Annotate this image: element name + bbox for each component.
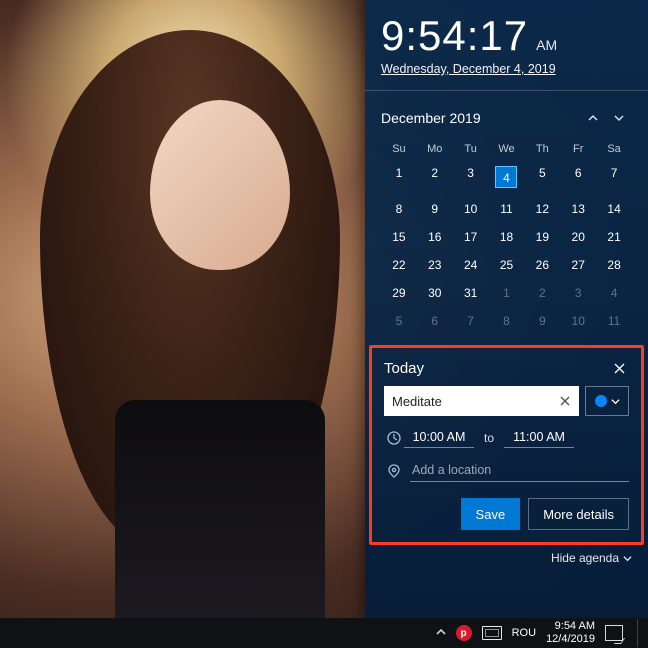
location-icon	[384, 464, 404, 478]
tray-overflow-button[interactable]	[436, 627, 446, 640]
calendar-day[interactable]: 14	[596, 195, 632, 223]
calendar-day[interactable]: 2	[417, 159, 453, 195]
date-link[interactable]: Wednesday, December 4, 2019	[381, 62, 632, 76]
calendar-day[interactable]: 27	[560, 251, 596, 279]
calendar-grid: SuMoTuWeThFrSa12345678910111213141516171…	[381, 139, 632, 335]
close-event-button[interactable]	[609, 358, 629, 378]
to-label: to	[484, 431, 494, 445]
calendar-day[interactable]: 7	[453, 307, 489, 335]
calendar-day[interactable]: 25	[489, 251, 525, 279]
calendar-color-dot	[595, 395, 607, 407]
more-details-button[interactable]: More details	[528, 498, 629, 530]
calendar-day[interactable]: 6	[560, 159, 596, 195]
calendar-day[interactable]: 16	[417, 223, 453, 251]
chevron-down-icon	[623, 554, 632, 563]
dow-label: Fr	[560, 139, 596, 159]
calendar-day[interactable]: 11	[596, 307, 632, 335]
calendar-day[interactable]: 7	[596, 159, 632, 195]
calendar-day[interactable]: 22	[381, 251, 417, 279]
calendar-day[interactable]: 6	[417, 307, 453, 335]
calendar-day[interactable]: 3	[453, 159, 489, 195]
clock-icon	[384, 431, 404, 445]
calendar-day[interactable]: 10	[453, 195, 489, 223]
calendar-day[interactable]: 26	[524, 251, 560, 279]
dow-label: We	[489, 139, 525, 159]
calendar-day[interactable]: 18	[489, 223, 525, 251]
calendar-day[interactable]: 5	[524, 159, 560, 195]
calendar-day[interactable]: 13	[560, 195, 596, 223]
tray-app-icon[interactable]: p	[456, 625, 472, 641]
touch-keyboard-button[interactable]	[482, 626, 502, 640]
calendar-day[interactable]: 20	[560, 223, 596, 251]
calendar-day[interactable]: 4	[596, 279, 632, 307]
event-title-input[interactable]: Meditate	[384, 386, 579, 416]
calendar-day[interactable]: 19	[524, 223, 560, 251]
location-input[interactable]	[410, 460, 629, 482]
calendar-day[interactable]: 8	[489, 307, 525, 335]
chevron-up-icon	[436, 627, 446, 637]
clock-ampm: AM	[536, 37, 557, 53]
calendar-day[interactable]: 24	[453, 251, 489, 279]
clear-title-button[interactable]	[557, 393, 573, 409]
calendar-day[interactable]: 10	[560, 307, 596, 335]
dow-label: Sa	[596, 139, 632, 159]
calendar-flyout: 9:54:17 AM Wednesday, December 4, 2019 D…	[365, 0, 648, 618]
calendar-day[interactable]: 30	[417, 279, 453, 307]
calendar-day[interactable]: 11	[489, 195, 525, 223]
prev-month-button[interactable]	[580, 105, 606, 131]
end-time-input[interactable]: 11:00 AM	[504, 428, 574, 448]
clock-display: 9:54:17 AM	[381, 12, 632, 60]
event-card-title: Today	[384, 360, 609, 377]
dow-label: Tu	[453, 139, 489, 159]
calendar-day[interactable]: 31	[453, 279, 489, 307]
calendar-day[interactable]: 1	[489, 279, 525, 307]
chevron-down-icon	[611, 397, 620, 406]
notification-center-button[interactable]	[605, 625, 623, 641]
dow-label: Th	[524, 139, 560, 159]
next-month-button[interactable]	[606, 105, 632, 131]
calendar-day[interactable]: 15	[381, 223, 417, 251]
save-button[interactable]: Save	[461, 498, 521, 530]
close-icon	[614, 363, 625, 374]
calendar-day[interactable]: 9	[524, 307, 560, 335]
calendar-day[interactable]: 5	[381, 307, 417, 335]
calendar-day[interactable]: 1	[381, 159, 417, 195]
chevron-up-icon	[587, 112, 599, 124]
calendar-day-today[interactable]: 4	[489, 159, 525, 195]
calendar-day[interactable]: 17	[453, 223, 489, 251]
hide-agenda-button[interactable]: Hide agenda	[381, 551, 632, 565]
start-time-input[interactable]: 10:00 AM	[404, 428, 474, 448]
calendar-day[interactable]: 29	[381, 279, 417, 307]
close-icon	[560, 396, 570, 406]
calendar-day[interactable]: 28	[596, 251, 632, 279]
dow-label: Mo	[417, 139, 453, 159]
calendar-day[interactable]: 9	[417, 195, 453, 223]
dow-label: Su	[381, 139, 417, 159]
taskbar-clock[interactable]: 9:54 AM 12/4/2019	[546, 620, 595, 645]
language-indicator[interactable]: ROU	[512, 627, 536, 639]
calendar-day[interactable]: 21	[596, 223, 632, 251]
event-title-value: Meditate	[392, 394, 442, 409]
clock-time: 9:54:17	[381, 12, 528, 60]
taskbar: p ROU 9:54 AM 12/4/2019	[0, 618, 648, 648]
calendar-picker[interactable]	[585, 386, 629, 416]
calendar-day[interactable]: 3	[560, 279, 596, 307]
chevron-down-icon	[613, 112, 625, 124]
event-card: Today Meditate	[369, 345, 644, 545]
calendar-day[interactable]: 8	[381, 195, 417, 223]
show-desktop-button[interactable]	[637, 619, 642, 647]
month-label[interactable]: December 2019	[381, 110, 580, 126]
calendar-day[interactable]: 2	[524, 279, 560, 307]
calendar-day[interactable]: 12	[524, 195, 560, 223]
calendar-day[interactable]: 23	[417, 251, 453, 279]
